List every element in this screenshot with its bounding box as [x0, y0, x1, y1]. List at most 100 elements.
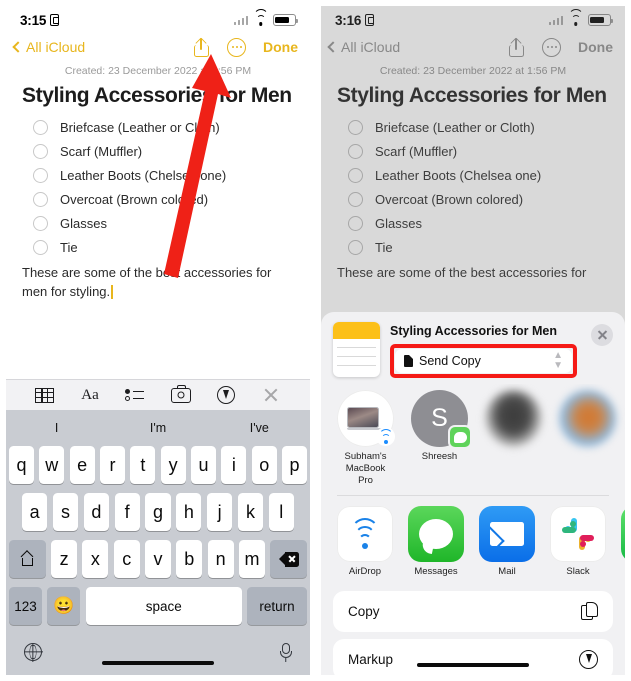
globe-language-icon[interactable]: [24, 643, 42, 661]
checklist-item[interactable]: Briefcase (Leather or Cloth): [22, 115, 294, 139]
key-q[interactable]: q: [9, 446, 34, 484]
checkbox-icon[interactable]: [33, 119, 48, 135]
keyboard-row-3: z x c v b n m: [6, 540, 310, 578]
delete-backspace-icon[interactable]: [270, 540, 307, 578]
action-label: Markup: [348, 652, 394, 667]
shift-icon[interactable]: [9, 540, 46, 578]
note-paragraph[interactable]: These are some of the best accessories f…: [22, 263, 294, 301]
checkbox-icon[interactable]: [33, 143, 48, 159]
checklist-item[interactable]: Glasses: [22, 211, 294, 235]
suggestion-item[interactable]: I'm: [107, 421, 208, 435]
action-label: Copy: [348, 604, 380, 619]
more-ellipsis-icon[interactable]: [542, 37, 561, 57]
text-format-aa-icon[interactable]: Aa: [77, 384, 103, 406]
space-key[interactable]: space: [85, 587, 242, 625]
action-row-copy[interactable]: Copy: [333, 591, 613, 632]
key-d[interactable]: d: [83, 493, 109, 531]
key-u[interactable]: u: [191, 446, 216, 484]
key-b[interactable]: b: [176, 540, 203, 578]
app-item-slack[interactable]: Slack: [550, 506, 606, 577]
app-item-airdrop[interactable]: AirDrop: [337, 506, 393, 577]
send-copy-label: Send Copy: [419, 354, 481, 368]
lock-portrait-icon: [50, 14, 60, 26]
send-copy-options-button[interactable]: Send Copy ▲ ▼: [395, 349, 572, 373]
app-item-messages[interactable]: Messages: [408, 506, 464, 577]
key-n[interactable]: n: [207, 540, 234, 578]
key-t[interactable]: t: [130, 446, 156, 484]
checklist-item-label: Scarf (Muffler): [375, 143, 458, 159]
checklist-icon[interactable]: [122, 384, 148, 406]
suggestion-item[interactable]: I: [6, 421, 107, 435]
keyboard-row-2: a s d f g h j k l: [6, 493, 310, 531]
key-o[interactable]: o: [251, 446, 277, 484]
contact-item[interactable]: S Shreesh: [411, 390, 470, 487]
checklist-item[interactable]: Scarf (Muffler): [22, 139, 294, 163]
key-r[interactable]: r: [100, 446, 125, 484]
key-l[interactable]: l: [268, 493, 294, 531]
key-f[interactable]: f: [114, 493, 140, 531]
app-item-whatsapp[interactable]: Wh: [621, 506, 625, 577]
contact-item[interactable]: [559, 390, 616, 487]
emoji-smiley-icon[interactable]: 😀: [47, 587, 81, 625]
close-icon[interactable]: [591, 324, 613, 346]
table-icon[interactable]: [32, 384, 58, 406]
checkbox-icon: [348, 239, 363, 255]
key-c[interactable]: c: [113, 540, 140, 578]
numbers-key[interactable]: 123: [9, 587, 42, 625]
share-contacts-row[interactable]: Subham's MacBook Pro S Shreesh: [321, 384, 625, 493]
share-icon[interactable]: [193, 37, 210, 57]
chevron-up-down-icon[interactable]: ▲ ▼: [553, 351, 563, 371]
camera-icon[interactable]: [168, 384, 194, 406]
share-sheet-header: Styling Accessories for Men Send Copy ▲ ▼: [321, 312, 625, 384]
key-z[interactable]: z: [51, 540, 77, 578]
key-h[interactable]: h: [176, 493, 202, 531]
checklist-item[interactable]: Overcoat (Brown colored): [22, 187, 294, 211]
note-paragraph-text: These are some of the best accessories f…: [22, 265, 272, 299]
return-key[interactable]: return: [247, 587, 307, 625]
close-x-icon[interactable]: [258, 384, 284, 406]
checkbox-icon[interactable]: [33, 191, 48, 207]
key-g[interactable]: g: [145, 493, 171, 531]
navbar-actions: Done: [508, 37, 613, 57]
checkbox-icon[interactable]: [33, 215, 48, 231]
app-item-mail[interactable]: Mail: [479, 506, 535, 577]
action-row-markup[interactable]: Markup: [333, 639, 613, 675]
key-x[interactable]: x: [82, 540, 109, 578]
contact-item[interactable]: Subham's MacBook Pro: [337, 390, 395, 487]
suggestion-item[interactable]: I've: [209, 421, 310, 435]
key-v[interactable]: v: [145, 540, 171, 578]
microphone-icon[interactable]: [279, 642, 292, 662]
done-button[interactable]: Done: [263, 39, 298, 55]
more-ellipsis-icon[interactable]: [227, 37, 246, 57]
note-created-timestamp: Created: 23 December 2022 at 1:56 PM: [379, 65, 567, 77]
key-s[interactable]: s: [52, 493, 79, 531]
share-apps-row[interactable]: AirDrop Messages Mail Slack: [321, 498, 625, 585]
checklist-item[interactable]: Leather Boots (Chelsea one): [22, 163, 294, 187]
key-m[interactable]: m: [239, 540, 265, 578]
done-button[interactable]: Done: [578, 39, 613, 55]
key-j[interactable]: j: [206, 493, 233, 531]
navbar-actions: Done: [193, 37, 298, 57]
markup-pen-icon[interactable]: [213, 384, 239, 406]
key-k[interactable]: k: [237, 493, 264, 531]
back-to-all-icloud-button[interactable]: All iCloud: [12, 39, 85, 55]
note-content[interactable]: Styling Accessories for Men Briefcase (L…: [6, 83, 310, 301]
key-i[interactable]: i: [221, 446, 247, 484]
checkbox-icon[interactable]: [33, 167, 48, 183]
back-to-all-icloud-button[interactable]: All iCloud: [327, 39, 400, 55]
share-sheet-title: Styling Accessories for Men: [390, 324, 557, 338]
key-w[interactable]: w: [39, 446, 65, 484]
status-time: 3:15: [20, 12, 47, 28]
checklist-item: Glasses: [337, 211, 609, 235]
key-e[interactable]: e: [69, 446, 95, 484]
key-y[interactable]: y: [160, 446, 186, 484]
checklist-item[interactable]: Tie: [22, 235, 294, 259]
note-checklist: Briefcase (Leather or Cloth) Scarf (Muff…: [22, 115, 294, 259]
wifi-icon: [253, 8, 268, 26]
key-a[interactable]: a: [22, 493, 48, 531]
checkbox-icon[interactable]: [33, 239, 48, 255]
key-p[interactable]: p: [282, 446, 307, 484]
right-phone-screenshot: 3:16 All iCloud Done Created: 23 Decembe…: [316, 0, 631, 681]
contact-item[interactable]: [485, 390, 542, 487]
share-icon[interactable]: [508, 37, 525, 57]
